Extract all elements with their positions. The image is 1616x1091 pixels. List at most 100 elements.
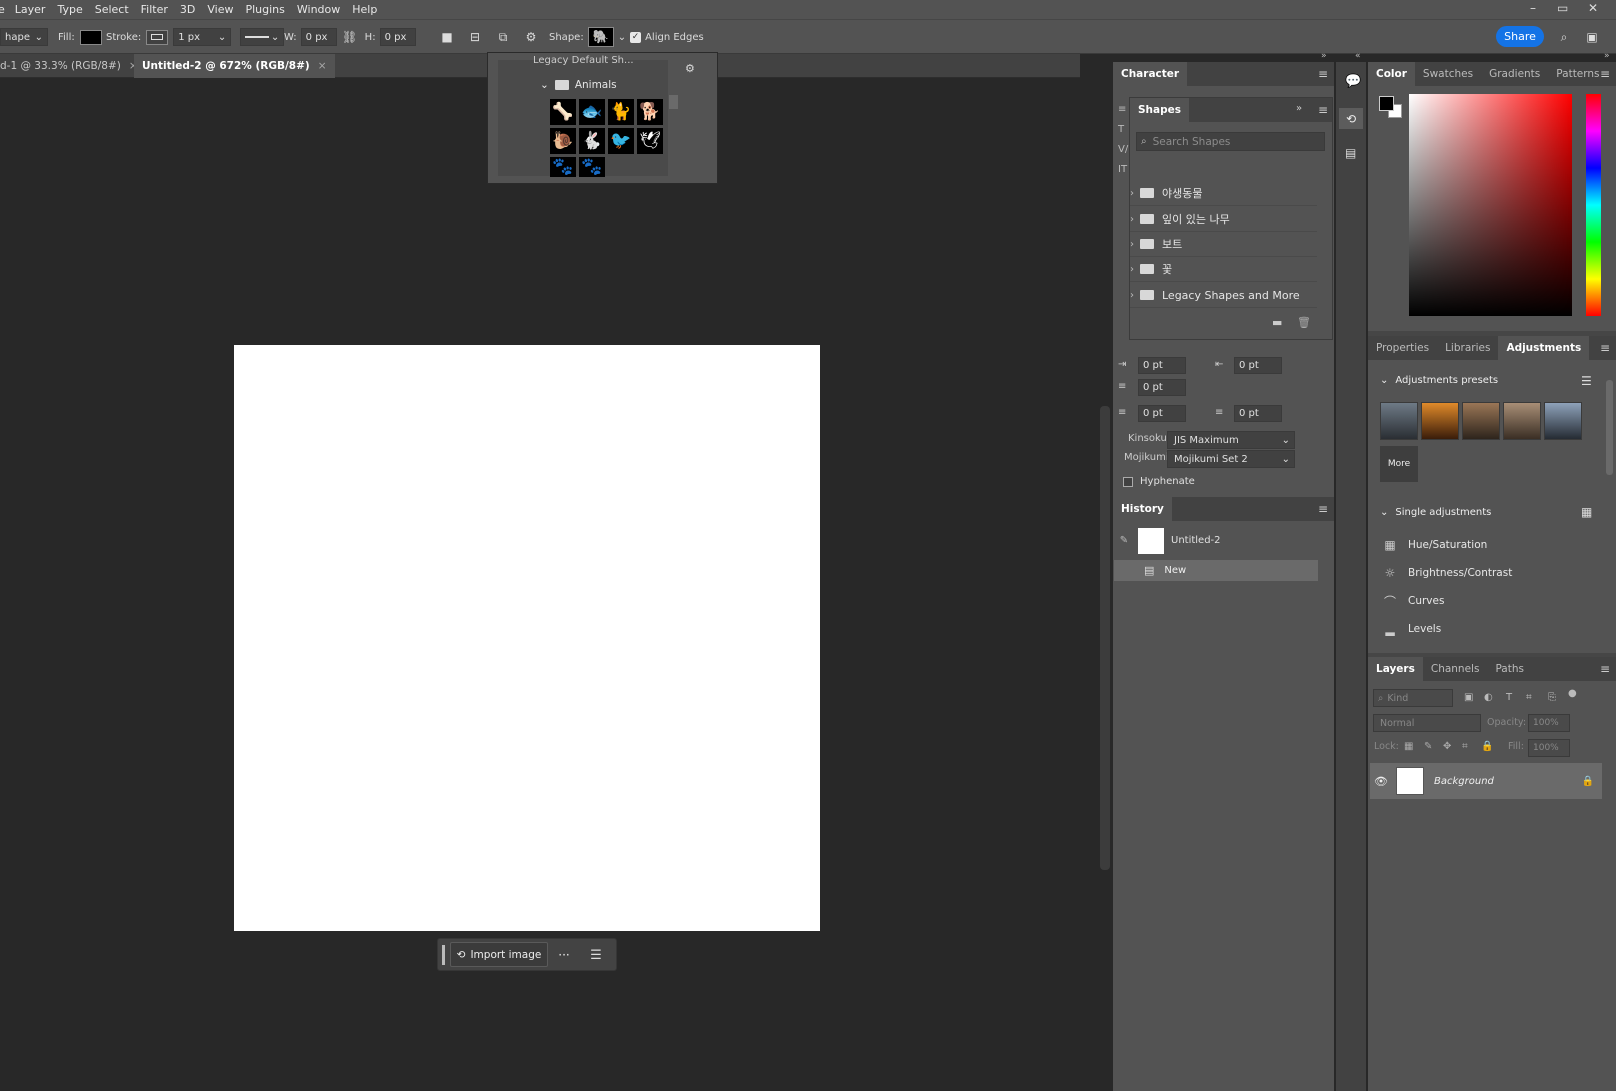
- adjustments-scroll-thumb[interactable]: [1606, 380, 1613, 475]
- shape-filter-icon[interactable]: ⌗: [1526, 692, 1532, 703]
- preset-thumbnail[interactable]: [1421, 402, 1459, 440]
- more-options-button[interactable]: ···: [552, 945, 576, 965]
- adjustment-curves[interactable]: ⌒ Curves: [1382, 590, 1444, 612]
- layer-kind-filter[interactable]: ⌕ Kind: [1373, 689, 1453, 707]
- tab-layers[interactable]: Layers: [1368, 657, 1423, 681]
- expand-panels-icon[interactable]: »: [1321, 51, 1327, 61]
- menu-3d[interactable]: 3D: [174, 3, 201, 16]
- menu-file-partial[interactable]: e: [0, 3, 9, 16]
- document-tab-active[interactable]: Untitled-2 @ 672% (RGB/8#) ×: [134, 54, 335, 78]
- lock-pixels-icon[interactable]: ✎: [1424, 741, 1432, 752]
- share-button[interactable]: Share: [1496, 26, 1544, 47]
- lock-position-icon[interactable]: ✥: [1443, 741, 1451, 752]
- preset-thumbnail[interactable]: [1544, 402, 1582, 440]
- shape-folder-row[interactable]: › 보트: [1130, 232, 1317, 257]
- dove-shape[interactable]: 🕊: [637, 128, 663, 154]
- space-after-field[interactable]: 0 pt: [1234, 405, 1282, 422]
- smart-object-filter-icon[interactable]: ⎘: [1548, 692, 1556, 703]
- notes-icon[interactable]: ▤: [1345, 146, 1356, 160]
- lock-artboard-icon[interactable]: ⌗: [1462, 741, 1468, 752]
- trash-icon[interactable]: 🗑: [1297, 316, 1311, 329]
- mojikumi-select[interactable]: Mojikumi Set 2 ⌄: [1167, 450, 1295, 468]
- folder-item-legacy-default[interactable]: Legacy Default Sh...: [533, 55, 663, 67]
- panel-menu-icon[interactable]: ≡: [1600, 662, 1610, 676]
- adjustment-brightness-contrast[interactable]: ☼ Brightness/Contrast: [1382, 562, 1513, 584]
- cat-shape[interactable]: 🐈: [608, 99, 634, 125]
- tab-character[interactable]: Character: [1113, 62, 1188, 86]
- search-shapes-input[interactable]: ⌕ Search Shapes: [1136, 132, 1325, 151]
- link-icon[interactable]: ⛓: [341, 28, 359, 46]
- panel-menu-icon[interactable]: ≡: [1318, 502, 1328, 516]
- popup-scroll-thumb[interactable]: [669, 95, 678, 109]
- folder-item-animals[interactable]: ⌄ Animals: [540, 79, 617, 91]
- menu-type[interactable]: Type: [51, 3, 88, 16]
- type-filter-icon[interactable]: T: [1506, 692, 1512, 703]
- tab-channels[interactable]: Channels: [1423, 657, 1488, 681]
- history-state-row[interactable]: ▤ New: [1114, 560, 1318, 581]
- preset-thumbnail[interactable]: [1462, 402, 1500, 440]
- grid-view-icon[interactable]: ▦: [1581, 505, 1592, 519]
- blend-mode-select[interactable]: Normal: [1373, 714, 1481, 732]
- chevron-down-icon[interactable]: ⌄: [618, 32, 626, 43]
- restore-button[interactable]: ▭: [1557, 1, 1568, 15]
- settings-sliders-icon[interactable]: ☰: [584, 945, 608, 965]
- stroke-swatch[interactable]: [146, 29, 169, 45]
- menu-filter[interactable]: Filter: [135, 3, 174, 16]
- scrollbar-thumb[interactable]: [1100, 406, 1110, 870]
- close-icon[interactable]: ×: [318, 60, 327, 72]
- opacity-field[interactable]: 100%: [1528, 714, 1570, 732]
- new-folder-icon[interactable]: ▬: [1272, 316, 1282, 329]
- hyphenate-checkbox[interactable]: [1123, 477, 1133, 487]
- dog-shape[interactable]: 🐕: [637, 99, 663, 125]
- path-arrangement-icon[interactable]: ⧉: [494, 28, 512, 46]
- indent-right-field[interactable]: 0 pt: [1234, 357, 1282, 374]
- fill-field[interactable]: 100%: [1528, 739, 1570, 757]
- collapse-panels-icon[interactable]: »: [1604, 51, 1610, 61]
- filter-toggle-icon[interactable]: ●: [1568, 688, 1577, 699]
- tab-shapes[interactable]: Shapes: [1130, 98, 1190, 122]
- preset-thumbnail[interactable]: [1503, 402, 1541, 440]
- fill-swatch[interactable]: [79, 29, 102, 45]
- tool-mode-select[interactable]: hape ⌄: [0, 28, 48, 46]
- collapse-panels-icon[interactable]: «: [1355, 51, 1361, 61]
- rabbit-shape[interactable]: 🐇: [579, 128, 605, 154]
- menu-window[interactable]: Window: [291, 3, 346, 16]
- panel-menu-icon[interactable]: ≡: [1600, 67, 1610, 81]
- tab-libraries[interactable]: Libraries: [1437, 336, 1498, 360]
- adjustment-levels[interactable]: ▂ Levels: [1382, 618, 1441, 640]
- more-presets-button[interactable]: More: [1380, 446, 1418, 482]
- path-operations-icon[interactable]: ■: [438, 28, 456, 46]
- lock-icon[interactable]: 🔒: [1582, 776, 1594, 787]
- tab-gradients[interactable]: Gradients: [1481, 62, 1548, 86]
- shape-picker-button[interactable]: 🐘: [587, 27, 614, 47]
- height-field[interactable]: 0 px: [379, 28, 416, 46]
- tab-color[interactable]: Color: [1368, 62, 1415, 86]
- gear-icon[interactable]: ⚙: [685, 62, 695, 75]
- comments-icon[interactable]: 💬: [1345, 74, 1361, 89]
- shape-folder-row[interactable]: › 잎이 있는 나무: [1130, 207, 1317, 232]
- tab-paths[interactable]: Paths: [1487, 657, 1532, 681]
- tab-patterns[interactable]: Patterns: [1548, 62, 1607, 86]
- shape-folder-row[interactable]: › Legacy Shapes and More: [1130, 283, 1317, 308]
- history-snapshot[interactable]: ✎ Untitled-2: [1114, 525, 1318, 556]
- bird-shape[interactable]: 🐦: [608, 128, 634, 154]
- pixel-filter-icon[interactable]: ▣: [1464, 692, 1473, 703]
- tab-properties[interactable]: Properties: [1368, 336, 1437, 360]
- panel-menu-icon[interactable]: ≡: [1318, 67, 1328, 81]
- menu-plugins[interactable]: Plugins: [239, 3, 290, 16]
- adjustment-hue-saturation[interactable]: ▦ Hue/Saturation: [1382, 534, 1487, 556]
- panel-menu-icon[interactable]: ≡: [1318, 103, 1328, 117]
- visibility-eye-icon[interactable]: 👁: [1370, 775, 1392, 788]
- bone-shape[interactable]: 🦴: [550, 99, 576, 125]
- foreground-color-swatch[interactable]: [1379, 96, 1394, 111]
- indent-left-field[interactable]: 0 pt: [1138, 357, 1186, 374]
- paw-shape[interactable]: 🐾: [579, 157, 605, 177]
- gear-icon[interactable]: ⚙: [522, 28, 540, 46]
- presets-section-header[interactable]: ⌄ Adjustments presets: [1380, 375, 1498, 386]
- single-adjustments-header[interactable]: ⌄ Single adjustments: [1380, 507, 1491, 518]
- drag-handle[interactable]: [442, 945, 445, 965]
- menu-view[interactable]: View: [201, 3, 239, 16]
- fish-shape[interactable]: 🐟: [579, 99, 605, 125]
- close-window-button[interactable]: ✕: [1588, 1, 1598, 15]
- path-alignment-icon[interactable]: ⊟: [466, 28, 484, 46]
